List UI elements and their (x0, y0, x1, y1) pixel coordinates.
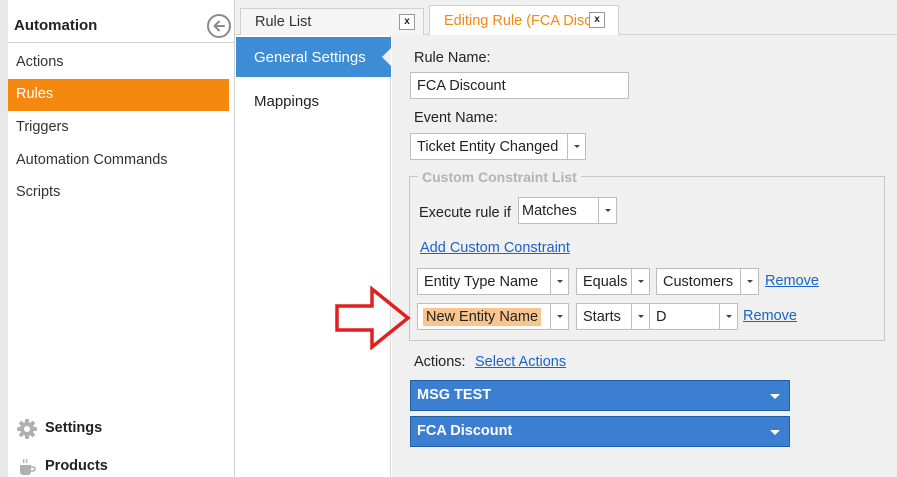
event-name-label: Event Name: (414, 110, 498, 126)
chevron-down-icon[interactable] (740, 269, 758, 294)
nav-general-settings[interactable]: General Settings (236, 37, 391, 77)
chevron-down-icon[interactable] (550, 269, 568, 294)
event-name-value: Ticket Entity Changed (417, 139, 559, 155)
constraint-value-select[interactable]: D (649, 303, 738, 330)
action-item[interactable]: MSG TEST (410, 380, 790, 411)
sidebar-item-triggers[interactable]: Triggers (8, 112, 229, 144)
sidebar-item-scripts[interactable]: Scripts (8, 177, 229, 209)
tab-close-button[interactable]: x (589, 12, 605, 28)
sidebar-item-label: Scripts (16, 184, 61, 200)
sidebar-header: Automation (8, 9, 234, 43)
back-arrow-icon[interactable] (207, 14, 231, 38)
remove-constraint-link[interactable]: Remove (743, 308, 797, 324)
document-tabs: Rule List x Editing Rule (FCA Disc x (235, 0, 897, 36)
active-indicator (382, 48, 391, 66)
constraint-field-select[interactable]: New Entity Name (417, 303, 569, 330)
remove-constraint-link[interactable]: Remove (765, 273, 819, 289)
chevron-down-icon[interactable] (550, 304, 568, 329)
action-item-label: FCA Discount (417, 423, 513, 439)
chevron-down-icon[interactable] (631, 304, 649, 329)
sidebar-item-actions[interactable]: Actions (8, 47, 229, 79)
chevron-down-icon (770, 430, 780, 435)
action-item[interactable]: FCA Discount (410, 416, 790, 447)
custom-constraint-title: Custom Constraint List (418, 169, 581, 185)
execute-rule-label: Execute rule if (419, 205, 511, 221)
rule-editor-form: Rule Name: FCA Discount Event Name: Tick… (392, 35, 897, 477)
gear-icon (16, 418, 38, 444)
actions-label: Actions: (414, 354, 466, 370)
nav-mappings[interactable]: Mappings (236, 81, 391, 121)
sidebar-item-rules[interactable]: Rules (8, 79, 229, 111)
constraint-value-select[interactable]: Customers (656, 268, 759, 295)
sidebar-item-label: Triggers (16, 119, 69, 135)
app-window: Automation Actions Rules Triggers Automa… (0, 0, 897, 477)
chevron-down-icon[interactable] (598, 198, 616, 223)
sidebar-section-label: Products (45, 458, 108, 474)
sidebar-item-label: Automation Commands (16, 152, 168, 168)
constraint-field-value: Entity Type Name (424, 274, 539, 290)
tab-label: Rule List (255, 14, 312, 30)
chevron-down-icon[interactable] (719, 304, 737, 329)
sidebar-title: Automation (14, 17, 98, 34)
constraint-operator-value: Starts (583, 309, 621, 325)
constraint-field-value: New Entity Name (423, 308, 542, 326)
rule-name-label: Rule Name: (414, 50, 491, 66)
constraint-field-select[interactable]: Entity Type Name (417, 268, 569, 295)
rule-name-field[interactable]: FCA Discount (410, 72, 629, 99)
red-arrow-annotation-icon (335, 286, 411, 350)
constraint-operator-value: Equals (583, 274, 628, 290)
automation-sidebar: Automation Actions Rules Triggers Automa… (0, 0, 235, 477)
sidebar-item-label: Rules (16, 86, 54, 102)
tab-label: Editing Rule (FCA Disc (444, 13, 592, 29)
sidebar-section-label: Settings (45, 420, 103, 436)
action-item-label: MSG TEST (417, 387, 492, 403)
chevron-down-icon (770, 394, 780, 399)
add-custom-constraint-link[interactable]: Add Custom Constraint (420, 240, 570, 256)
select-actions-link[interactable]: Select Actions (475, 354, 566, 370)
chevron-down-icon[interactable] (567, 134, 585, 159)
sidebar-item-automation-commands[interactable]: Automation Commands (8, 145, 229, 177)
constraint-value: Customers (663, 274, 734, 290)
settings-nav: General Settings Mappings (236, 35, 391, 477)
nav-item-label: Mappings (254, 93, 320, 110)
execute-rule-select[interactable]: Matches (518, 197, 617, 224)
nav-item-label: General Settings (254, 49, 366, 66)
sidebar-item-label: Actions (16, 54, 64, 70)
constraint-operator-select[interactable]: Equals (576, 268, 650, 295)
chevron-down-icon[interactable] (631, 269, 649, 294)
tab-close-button[interactable]: x (399, 14, 415, 30)
constraint-operator-select[interactable]: Starts (576, 303, 650, 330)
cup-icon (16, 456, 38, 477)
event-name-select[interactable]: Ticket Entity Changed (410, 133, 586, 160)
execute-rule-value: Matches (522, 203, 577, 219)
constraint-value: D (656, 309, 667, 325)
tab-rule-list[interactable]: Rule List (240, 8, 424, 35)
